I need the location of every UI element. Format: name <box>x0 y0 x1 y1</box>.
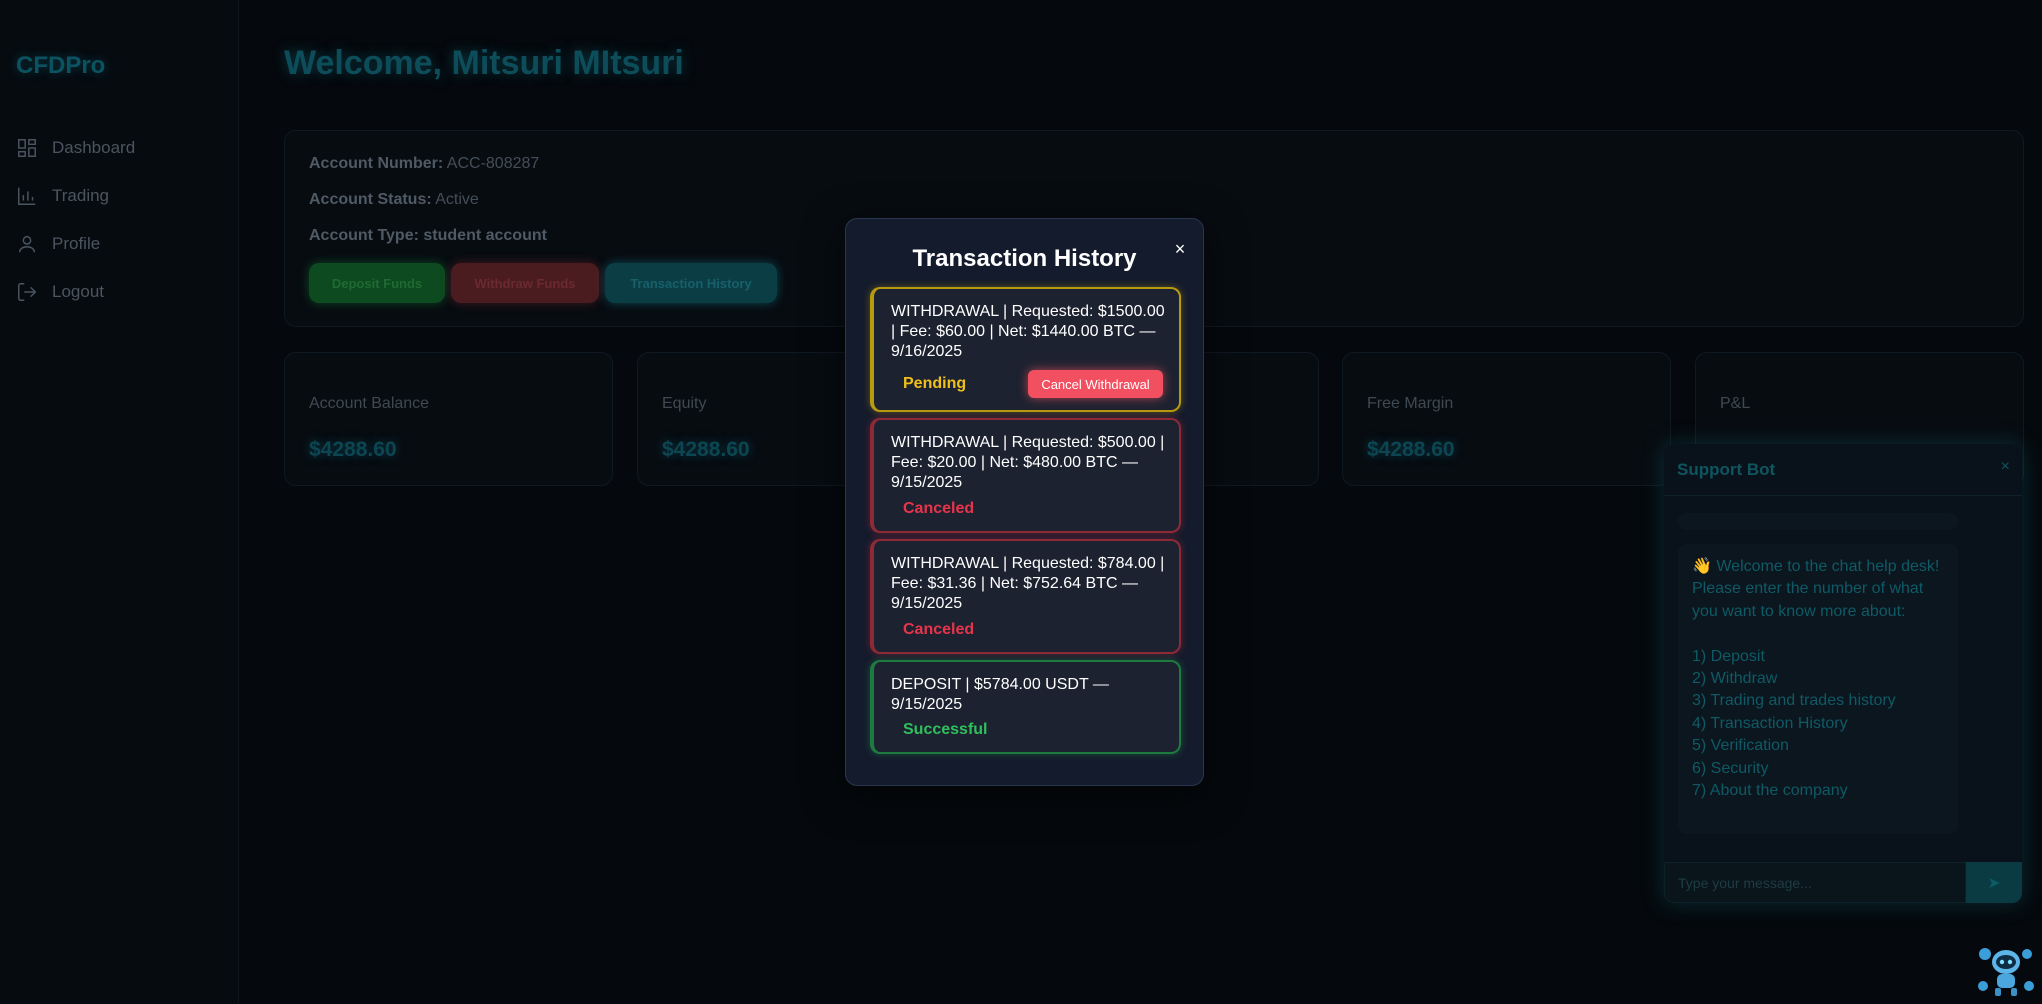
account-type: student account <box>423 227 547 244</box>
status-badge: Canceled <box>903 621 975 638</box>
account-status-label: Account Status: <box>309 191 432 208</box>
sidebar-nav: Dashboard Trading Profile Logout <box>16 124 135 316</box>
chart-icon <box>16 185 38 207</box>
bot-header: Support Bot × <box>1664 444 2022 496</box>
page-title: Welcome, Mitsuri MItsuri <box>284 44 684 82</box>
sidebar-item-label: Profile <box>52 234 101 253</box>
deposit-funds-button[interactable]: Deposit Funds <box>309 263 445 303</box>
sidebar-item-label: Logout <box>52 282 104 301</box>
dashboard-icon <box>16 137 38 159</box>
account-balance-card: Account Balance $4288.60 <box>284 352 613 486</box>
account-status-row: Account Status: Active <box>309 191 479 209</box>
send-icon[interactable]: ➤ <box>1966 862 2022 903</box>
transaction-text: WITHDRAWAL | Requested: $1500.00 | Fee: … <box>891 303 1165 360</box>
transaction-text: WITHDRAWAL | Requested: $784.00 | Fee: $… <box>891 555 1165 612</box>
account-type-row: Account Type: student account <box>309 227 547 245</box>
cancel-withdrawal-button[interactable]: Cancel Withdrawal <box>1028 370 1163 398</box>
account-status: Active <box>435 191 479 208</box>
close-icon[interactable]: × <box>1171 239 1189 259</box>
sidebar: CFDPro Dashboard Trading Profile Logout <box>0 0 239 1004</box>
account-number-row: Account Number: ACC-808287 <box>309 155 539 173</box>
robot-avatar-icon[interactable] <box>1975 940 2037 998</box>
status-badge: Successful <box>903 721 988 738</box>
transaction-item: WITHDRAWAL | Requested: $784.00 | Fee: $… <box>870 539 1181 654</box>
stat-value: $4288.60 <box>1367 438 1455 461</box>
message-input[interactable] <box>1664 862 1966 903</box>
stat-label: Equity <box>662 395 707 412</box>
support-bot-panel: Support Bot × 👋 Welcome to the chat help… <box>1664 444 2022 903</box>
free-margin-card: Free Margin $4288.60 <box>1342 352 1671 486</box>
account-number-label: Account Number: <box>309 155 444 172</box>
transaction-item: DEPOSIT | $5784.00 USDT — 9/15/2025 Succ… <box>870 660 1181 754</box>
modal-title: Transaction History <box>912 245 1137 272</box>
account-number: ACC-808287 <box>446 155 540 172</box>
sidebar-item-dashboard[interactable]: Dashboard <box>16 124 135 172</box>
transaction-item: WITHDRAWAL | Requested: $500.00 | Fee: $… <box>870 418 1181 533</box>
stat-label: Free Margin <box>1367 395 1454 412</box>
transaction-history-modal: Transaction History × WITHDRAWAL | Reque… <box>845 218 1204 786</box>
bot-typing-placeholder <box>1678 513 1958 530</box>
logout-icon <box>16 281 38 303</box>
sidebar-item-profile[interactable]: Profile <box>16 220 135 268</box>
stat-label: P&L <box>1720 395 1751 412</box>
sidebar-item-label: Dashboard <box>52 138 136 157</box>
account-type-label: Account Type: <box>309 227 419 244</box>
stat-value: $4288.60 <box>309 438 397 461</box>
transaction-history-button[interactable]: Transaction History <box>605 263 777 303</box>
brand-logo[interactable]: CFDPro <box>16 52 105 80</box>
sidebar-item-trading[interactable]: Trading <box>16 172 135 220</box>
sidebar-item-label: Trading <box>52 186 110 205</box>
status-badge: Pending <box>903 375 967 392</box>
withdraw-funds-button[interactable]: Withdraw Funds <box>451 263 599 303</box>
transaction-text: DEPOSIT | $5784.00 USDT — 9/15/2025 <box>891 676 1109 713</box>
stat-value: $4288.60 <box>662 438 750 461</box>
close-icon[interactable]: × <box>2001 458 2010 476</box>
stat-label: Account Balance <box>309 395 430 412</box>
account-actions: Deposit Funds Withdraw Funds Transaction… <box>309 263 777 303</box>
bot-message: 👋 Welcome to the chat help desk! Please … <box>1678 544 1958 834</box>
bot-title: Support Bot <box>1677 460 1776 479</box>
sidebar-item-logout[interactable]: Logout <box>16 268 135 316</box>
transaction-text: WITHDRAWAL | Requested: $500.00 | Fee: $… <box>891 434 1165 491</box>
user-icon <box>16 233 38 255</box>
status-badge: Canceled <box>903 500 975 517</box>
transaction-item: WITHDRAWAL | Requested: $1500.00 | Fee: … <box>870 287 1181 412</box>
